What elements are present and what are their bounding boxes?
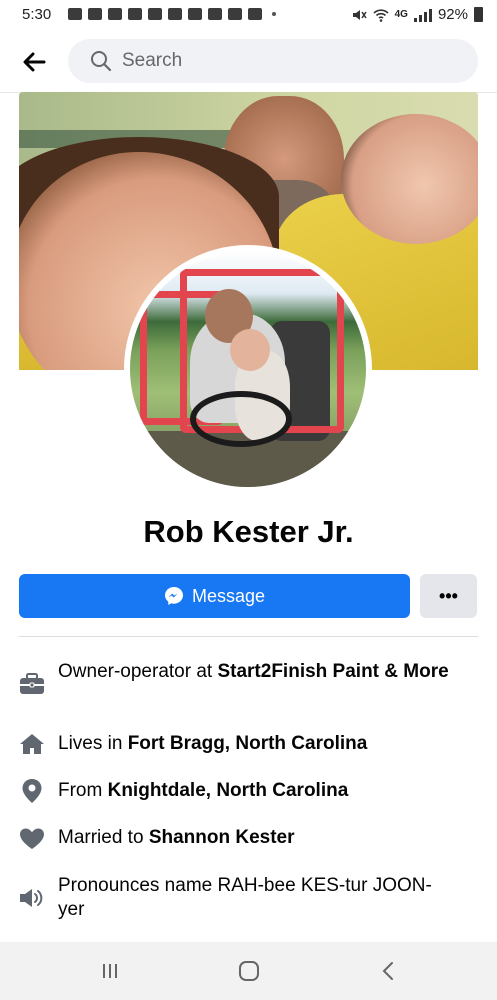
more-options-button[interactable]: ••• (420, 574, 477, 618)
back-nav-icon (382, 962, 393, 980)
back-arrow-icon (23, 52, 46, 72)
home-button[interactable] (229, 956, 269, 986)
detail-relationship-prefix: Married to (58, 827, 149, 848)
home-icon (18, 730, 46, 758)
message-notification-icon (68, 8, 82, 20)
back-nav-button[interactable] (368, 956, 408, 986)
profile-name: Rob Kester Jr. (143, 514, 354, 549)
status-bar: 5:30 4G 92% (0, 0, 497, 30)
recent-apps-icon (103, 964, 117, 978)
more-options-icon: ••• (439, 585, 458, 606)
speaker-icon (18, 884, 46, 912)
more-notifications-dot-icon (272, 12, 276, 16)
detail-from-text: From Knightdale, North Carolina (58, 779, 458, 803)
profile-picture[interactable] (124, 245, 372, 493)
signal-icon (413, 8, 432, 22)
detail-relationship-partner: Shannon Kester (148, 827, 295, 848)
detail-from-place: Knightdale, North Carolina (107, 780, 349, 801)
app-notification-icon (148, 8, 162, 20)
avatar-baby-head (230, 329, 270, 371)
detail-lives-in-text: Lives in Fort Bragg, North Carolina (58, 732, 458, 756)
home-nav-icon (239, 961, 259, 981)
detail-lives-in-place: Fort Bragg, North Carolina (127, 733, 368, 754)
detail-work-prefix: Owner-operator at (58, 661, 218, 682)
app-notification-icon (248, 8, 262, 20)
back-button[interactable] (18, 46, 50, 78)
mute-icon (352, 9, 367, 20)
battery-percent: 92% (437, 6, 468, 23)
status-time: 5:30 (22, 6, 52, 23)
app-notification-icon (228, 8, 242, 20)
notification-icons (68, 8, 276, 20)
app-notification-icon (168, 8, 182, 20)
heart-icon (18, 825, 46, 853)
search-icon (91, 51, 112, 72)
system-navigation-bar (0, 942, 497, 1000)
app-notification-icon (88, 8, 102, 20)
detail-relationship-text: Married to Shannon Kester (58, 826, 458, 850)
avatar-image (130, 251, 366, 487)
recent-apps-button[interactable] (90, 956, 130, 986)
messenger-icon (164, 587, 183, 605)
search-placeholder: Search (122, 50, 183, 71)
cover-person-child-right (341, 114, 478, 244)
section-divider (19, 636, 478, 637)
header: Search (0, 34, 497, 90)
message-button-label: Message (191, 585, 266, 606)
detail-lives-in-prefix: Lives in (58, 733, 128, 754)
app-notification-icon (208, 8, 222, 20)
briefcase-icon (18, 670, 46, 698)
app-notification-icon (108, 8, 122, 20)
wifi-icon (373, 8, 389, 22)
location-pin-icon (18, 777, 46, 805)
detail-work-text: Owner-operator at Start2Finish Paint & M… (58, 660, 458, 684)
search-input[interactable]: Search (68, 39, 478, 83)
status-right: 4G 92% (351, 6, 483, 23)
battery-icon (474, 7, 483, 22)
app-notification-icon (128, 8, 142, 20)
app-notification-icon (188, 8, 202, 20)
detail-pronunciation-text: Pronounces name RAH-bee KES-tur JOON-yer (58, 875, 432, 920)
avatar-steering-wheel (190, 391, 292, 447)
message-button[interactable]: Message (19, 574, 410, 618)
detail-work-employer: Start2Finish Paint & More (217, 661, 449, 682)
detail-from-prefix: From (58, 780, 108, 801)
network-type: 4G (394, 9, 408, 20)
